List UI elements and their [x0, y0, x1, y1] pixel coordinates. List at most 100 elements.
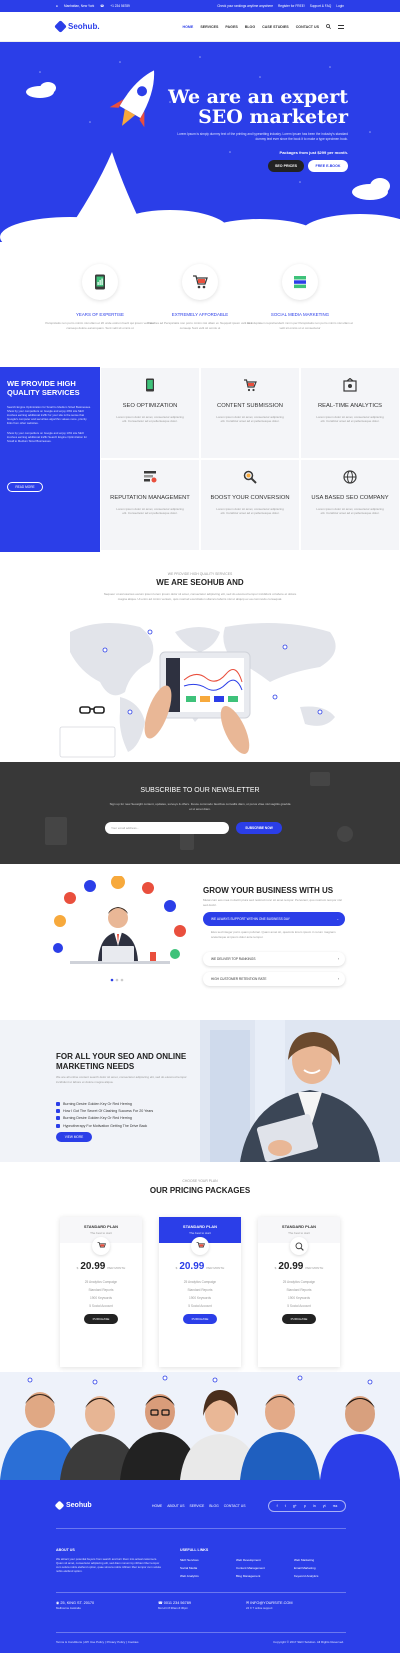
- check-icon: [56, 1116, 60, 1121]
- contact-email: ✉ INFO@YOURSITE.COM 24 X 7 online suppor…: [246, 1601, 293, 1610]
- world-map-illustration: [59, 623, 336, 758]
- support-link[interactable]: Support & FAQ: [310, 4, 331, 8]
- read-more-button[interactable]: READ MORE: [7, 482, 43, 492]
- nav-services[interactable]: SERVICES: [200, 25, 218, 29]
- accordion-rankings[interactable]: WE DELIVER TOP RANKINGS ›: [203, 952, 345, 966]
- plan-price: $20.99 PER MONTH: [76, 1261, 126, 1272]
- check-icon: [56, 1123, 60, 1128]
- plan-card: STANDARD PLAN The best to start $20.99 PER…: [258, 1217, 340, 1367]
- purchase-button[interactable]: PURCHASE: [84, 1314, 118, 1324]
- bottom-links: Terms & Conditions | API Use Policy | Pr…: [56, 1640, 139, 1644]
- footer-link[interactable]: Blog Management: [236, 1572, 265, 1580]
- footer-link[interactable]: Email Marketing: [294, 1564, 318, 1572]
- footer-link[interactable]: Content Management: [236, 1564, 265, 1572]
- menu-icon[interactable]: [338, 24, 344, 29]
- twitter-icon[interactable]: t: [285, 1504, 286, 1508]
- service-conversion[interactable]: BOOST YOUR CONVERSION Lorem ipsum dolor …: [200, 459, 300, 551]
- footer-nav-service[interactable]: SERVICE: [189, 1504, 204, 1508]
- accordion-support[interactable]: WE ALWAYS SUPPORT WITHIN ONE BUSINESS DA…: [203, 912, 345, 926]
- service-analytics[interactable]: REAL-TIME ANALYTICS Lorem ipsum dolor si…: [300, 367, 400, 459]
- main-nav: HOME SERVICES PAGES BLOG CASE STUDIES CO…: [183, 24, 344, 29]
- terms-link[interactable]: Terms & Conditions: [56, 1640, 82, 1644]
- check-icon: [56, 1109, 60, 1114]
- service-title: CONTENT SUBMISSION: [217, 403, 283, 409]
- about-text: We attract your potential buyers from se…: [56, 1557, 161, 1573]
- search-icon[interactable]: [326, 24, 331, 29]
- footer-link[interactable]: Web Marketing: [294, 1556, 318, 1564]
- about-kicker: WE PROVIDE HIGH QUALITY SERVICES: [167, 572, 233, 576]
- login-link[interactable]: Login: [336, 4, 344, 8]
- subscribe-button[interactable]: SUBSCRIBE NOW: [236, 822, 282, 834]
- accordion-retention[interactable]: HIGH CUSTOMER RETENTION RATE ›: [203, 972, 345, 986]
- service-content[interactable]: CONTENT SUBMISSION Lorem ipsum dolor sit…: [200, 367, 300, 459]
- purchase-button[interactable]: PURCHASE: [282, 1314, 316, 1324]
- footer-nav-contact[interactable]: CONTACT US: [224, 1504, 246, 1508]
- footer-link[interactable]: SEO Services: [180, 1556, 199, 1564]
- pinterest-icon[interactable]: p: [304, 1504, 306, 1508]
- cookies-link[interactable]: Cookies: [128, 1640, 139, 1644]
- grow-title: GROW YOUR BUSINESS WITH US: [203, 886, 334, 895]
- footer-nav-home[interactable]: HOME: [152, 1504, 162, 1508]
- feature-title: EXTREMELY AFFORDABLE: [171, 312, 229, 317]
- useful-links-heading: USEFULL LINKS: [180, 1548, 209, 1552]
- feature-affordable: EXTREMELY AFFORDABLE Valorres ad Perspic…: [145, 264, 255, 330]
- brand-name: Seohub.: [68, 22, 100, 31]
- service-reputation[interactable]: REPUTATION MANAGEMENT Lorem ipsum dolor …: [100, 459, 200, 551]
- links-column-3: Web Marketing Email Marketing Keyword An…: [294, 1556, 318, 1580]
- plan-price: $20.99 PER MONTH: [274, 1261, 324, 1272]
- google-plus-icon[interactable]: g+: [293, 1504, 297, 1508]
- page: ● Manhattan, New York ☎ +1 234 56789 Che…: [0, 0, 400, 1653]
- nav-case-studies[interactable]: CASE STUDIES: [262, 25, 289, 29]
- privacy-link[interactable]: Privacy Policy: [107, 1640, 126, 1644]
- about-heading: ABOUT US: [56, 1548, 75, 1552]
- footer-nav-blog[interactable]: BLOG: [209, 1504, 218, 1508]
- features: YEARS OF EXPERTISE Perspiciatis non porr…: [0, 242, 400, 367]
- nav-pages[interactable]: PAGES: [225, 25, 237, 29]
- service-text: Lorem ipsum dolor sit amet, consectetur …: [216, 414, 284, 424]
- api-policy-link[interactable]: API Use Policy: [84, 1640, 104, 1644]
- footer-nav-about[interactable]: ABOUT US: [167, 1504, 184, 1508]
- marketing-lead: We are all online content search dolor s…: [56, 1075, 187, 1084]
- register-link[interactable]: Register for FREE!: [278, 4, 305, 8]
- rss-icon[interactable]: rss: [333, 1504, 338, 1508]
- view-more-button[interactable]: VIEW MORE: [56, 1132, 92, 1142]
- consultant-illustration: [53, 876, 186, 982]
- linkedin-icon[interactable]: in: [313, 1504, 316, 1508]
- logo[interactable]: Seohub.: [54, 20, 100, 33]
- footer-logo[interactable]: Seohub: [54, 1500, 92, 1511]
- header: Seohub. HOME SERVICES PAGES BLOG CASE ST…: [0, 12, 400, 42]
- list-item: Burning Desire Golden Key Or Red Herring: [56, 1102, 153, 1106]
- plan-name: STANDARD PLAN: [281, 1224, 317, 1229]
- marketing-bullets: Burning Desire Golden Key Or Red Herring…: [56, 1102, 153, 1131]
- service-text: Lorem ipsum dolor sit amet, consectetur …: [316, 506, 384, 516]
- service-seo[interactable]: SEO OPTIMIZATION Lorem ipsum dolor sit a…: [100, 367, 200, 459]
- footer-link[interactable]: Social Media: [180, 1564, 199, 1572]
- hero-illustration: [0, 56, 400, 242]
- youtube-icon[interactable]: yt: [323, 1504, 326, 1508]
- about-section: WE PROVIDE HIGH QUALITY SERVICES WE ARE …: [0, 552, 400, 762]
- check-rankings-link[interactable]: Check your rankings anytime anywhere: [217, 4, 273, 8]
- purchase-button[interactable]: PURCHASE: [183, 1314, 217, 1324]
- footer-link[interactable]: Keyword Analytics: [294, 1572, 318, 1580]
- phone-chart-icon: [82, 264, 118, 300]
- nav-home[interactable]: HOME: [183, 25, 194, 29]
- service-usa[interactable]: USA BASED SEO COMPANY Lorem ipsum dolor …: [300, 459, 400, 551]
- accordion-label: HIGH CUSTOMER RETENTION RATE: [211, 977, 267, 981]
- marketing-section: FOR ALL YOUR SEO AND ONLINE MARKETING NE…: [0, 1020, 400, 1162]
- nav-blog[interactable]: BLOG: [245, 25, 255, 29]
- facebook-icon[interactable]: f: [277, 1504, 278, 1508]
- newsletter: SUBSCRIBE TO OUR NEWSLETTER Sign up for …: [0, 762, 400, 864]
- service-text: Lorem ipsum dolor sit amet, consectetur …: [316, 414, 384, 424]
- team-photo: [0, 1372, 400, 1480]
- pricing-section: CHOOSE YOUR PLAN OUR PRICING PACKAGES ST…: [0, 1162, 400, 1372]
- feature-social: SOCIAL MEDIA MARKETING Ut voluptatem rep…: [245, 264, 355, 330]
- footer-link[interactable]: Web Development: [236, 1556, 265, 1564]
- nav-contact[interactable]: CONTACT US: [296, 25, 319, 29]
- seo-prices-button[interactable]: SEO PRICES: [268, 160, 304, 172]
- footer-link[interactable]: Web Analytics: [180, 1572, 199, 1580]
- phone-icon: ☎: [158, 1601, 163, 1605]
- list-item: Burning Desire Golden Key Or Red Herring: [56, 1116, 153, 1121]
- services: WE PROVIDE HIGH QUALITY SERVICES Search …: [0, 367, 400, 552]
- free-ebook-button[interactable]: FREE E-BOOK: [308, 160, 348, 172]
- email-input[interactable]: Your email address...: [105, 822, 229, 834]
